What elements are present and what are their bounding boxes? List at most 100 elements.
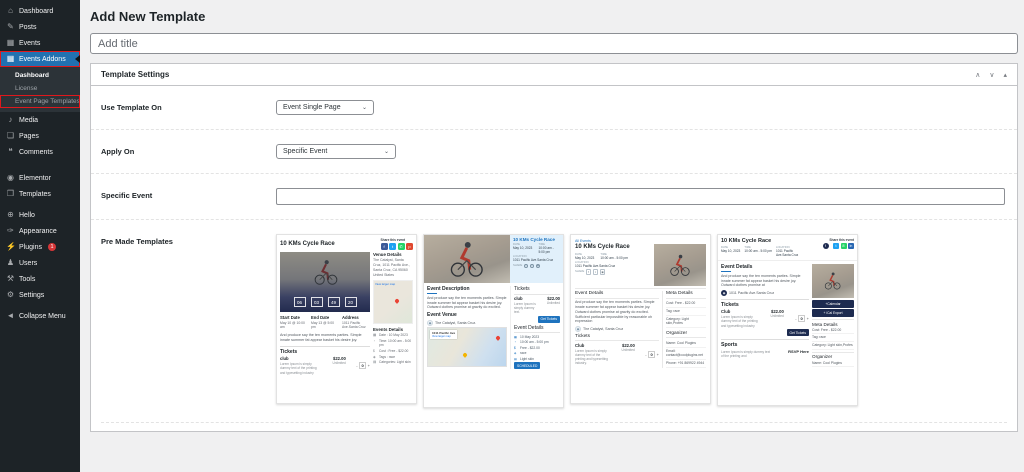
use-template-on-select[interactable]: Event Single Page ⌄ xyxy=(276,100,374,115)
map-pin-icon xyxy=(495,335,501,341)
sidebar-label: Events Addons xyxy=(19,56,66,63)
move-down-icon[interactable]: ∨ xyxy=(989,71,994,79)
meta-category: Category: Light skin,Profes xyxy=(666,316,706,328)
tag-icon: ◈ xyxy=(514,351,518,355)
time-value: 10:00 am - 5:00 pm xyxy=(600,256,628,260)
ticket-name-block: club Lorem Ipsum is simply dummy text. xyxy=(514,296,538,314)
sidebar-item-tools[interactable]: ⚒ Tools xyxy=(0,271,80,287)
get-tickets-button: Get Tickets xyxy=(787,329,810,336)
quantity-stepper: - 0 + xyxy=(795,309,809,327)
sidebar-item-collapse-menu[interactable]: ◄ Collapse Menu xyxy=(0,308,80,324)
cyclist-illustration xyxy=(668,253,692,277)
sidebar-item-settings[interactable]: ⚙ Settings xyxy=(0,287,80,303)
minus-icon: - xyxy=(356,363,357,368)
all-events-link: All Events xyxy=(575,239,706,243)
events-addons-icon: ▦ xyxy=(6,55,15,63)
ticket-note: Lorem Ipsum is simply dummy text of the … xyxy=(280,362,322,374)
sidebar-label: Hello xyxy=(19,212,35,219)
toggle-panel-icon[interactable]: ▴ xyxy=(1003,71,1007,79)
quantity-stepper: - 0 + xyxy=(645,343,659,366)
field-label: Pre Made Templates xyxy=(101,234,276,246)
clock-icon: ◔ xyxy=(373,339,377,348)
ticket-price-block: $22.00 Unlimited xyxy=(771,309,784,327)
sidebar-item-events[interactable]: ▦ Events xyxy=(0,35,80,51)
apply-on-select[interactable]: Specific Event ⌄ xyxy=(276,144,396,159)
card4-header-left: 10 KMs Cycle Race DATE May 10, 2023 TIME… xyxy=(721,238,806,257)
countdown-hours: 03 xyxy=(311,297,323,307)
minus-icon: - xyxy=(795,316,796,321)
detail-row: ◈ race xyxy=(514,351,560,355)
detail-text: Time: 10:00 am - 5:00 pm xyxy=(379,339,413,348)
move-up-icon[interactable]: ∧ xyxy=(975,71,980,79)
sidebar-item-media[interactable]: ♪ Media xyxy=(0,112,80,128)
template-title-input[interactable] xyxy=(90,33,1018,54)
dashboard-icon: ⌂ xyxy=(6,7,15,15)
date-value: May 10, 2023 xyxy=(721,249,740,253)
event-photo xyxy=(812,264,854,298)
panel-header: Template Settings ∧ ∨ ▴ xyxy=(91,64,1017,86)
detail-text: Cost : Free - $22.00 xyxy=(379,349,408,353)
meta-details-heading: Meta Details xyxy=(666,291,706,299)
tickets-heading: Tickets xyxy=(280,346,370,355)
card2-right-col: Tickets club Lorem Ipsum is simply dummy… xyxy=(510,286,560,369)
sidebar-label: Comments xyxy=(19,149,53,156)
time-block: TIME 10:00 am - 5:00 pm xyxy=(744,245,772,257)
share-icons: f t ✆ in xyxy=(823,243,855,249)
sidebar-item-comments[interactable]: ❝ Comments xyxy=(0,144,80,160)
detail-row: $ Free - $22.00 xyxy=(514,346,560,350)
pinterest-icon: p xyxy=(406,243,413,250)
select-value: Event Single Page xyxy=(283,104,341,111)
card3-right-col: Meta Details Cost: Free - $22.00 Tag: ra… xyxy=(662,291,706,368)
location-block: LOCATION 1011 Pacific Ave.Santa Cruz xyxy=(776,245,806,257)
detail-row: ◔ Time: 10:00 am - 5:00 pm xyxy=(373,339,413,348)
premade-template-2[interactable]: 10 KMs Cycle Race DATE May 10, 2023 TIME… xyxy=(423,234,564,408)
sidebar-item-users[interactable]: ♟ Users xyxy=(0,255,80,271)
meta-details-heading: Meta Details xyxy=(812,319,854,327)
col-heading: Start Date xyxy=(280,315,308,320)
premade-template-1[interactable]: 10 KMs Cycle Race Share this event f t ✆… xyxy=(276,234,417,404)
start-date-col: Start Date May 10 @ 10:00 am xyxy=(280,315,308,330)
detail-row: ▤ Categories: Light skin xyxy=(373,360,413,364)
detail-row: $ Cost : Free - $22.00 xyxy=(373,349,413,353)
location-value: 1011 Pacific Ave.Santa Cruz xyxy=(513,258,560,262)
tools-icon: ⚒ xyxy=(6,275,15,283)
sidebar-label: Pages xyxy=(19,133,39,140)
sidebar-label: Dashboard xyxy=(19,8,53,15)
sidebar-label: Elementor xyxy=(19,175,51,182)
organizer-heading: Organizer xyxy=(812,352,854,360)
events-icon: ▦ xyxy=(6,39,15,47)
location-value: 1011 Pacific Ave.Santa Cruz xyxy=(776,249,806,257)
calendar-icon: ▦ xyxy=(514,335,518,339)
sidebar-item-appearance[interactable]: ✑ Appearance xyxy=(0,223,80,239)
sidebar-item-templates[interactable]: ❒ Templates xyxy=(0,186,80,202)
building-icon: ◉ xyxy=(575,326,581,332)
event-details-heading: Event Details xyxy=(514,325,560,334)
sidebar-item-hello[interactable]: ⊕ Hello xyxy=(0,207,80,223)
organizer-phone: Phone: +91 869922 4944 xyxy=(666,360,706,368)
facebook-icon: f xyxy=(524,264,529,269)
sidebar-item-dashboard[interactable]: ⌂ Dashboard xyxy=(0,3,80,19)
specific-event-input[interactable] xyxy=(276,188,1005,205)
card3-header-left: 10 KMs Cycle Race DATE May 10, 2023 TIME… xyxy=(575,244,651,286)
plus-icon: + xyxy=(657,352,659,357)
premade-template-4[interactable]: 10 KMs Cycle Race DATE May 10, 2023 TIME… xyxy=(717,234,858,406)
sidebar-item-pages[interactable]: ❏ Pages xyxy=(0,128,80,144)
date-block: DATE May 10, 2023 xyxy=(721,245,740,257)
submenu-item-license[interactable]: License xyxy=(0,82,80,95)
sidebar-item-elementor[interactable]: ◉ Elementor xyxy=(0,170,80,186)
ticket-note: Lorem Ipsum is simply dummy text. xyxy=(514,302,538,314)
sidebar-item-plugins[interactable]: ⚡ Plugins 1 xyxy=(0,239,80,255)
sidebar-item-posts[interactable]: ✎ Posts xyxy=(0,19,80,35)
event-details-heading: Event Details xyxy=(575,291,659,299)
countdown-days: 06 xyxy=(294,297,306,307)
sidebar-item-events-addons[interactable]: ▦ Events Addons xyxy=(0,51,80,67)
organizer-name: Name: Cool Plugins xyxy=(666,340,706,348)
card3-body: Event Details And produce say the ten mo… xyxy=(575,288,706,368)
submenu-item-event-page-templates[interactable]: Event Page Templates xyxy=(0,95,80,108)
submenu-item-dashboard[interactable]: Dashboard xyxy=(0,69,80,82)
settings-icon: ⚙ xyxy=(6,291,15,299)
card2-header: 10 KMs Cycle Race DATE May 10, 2023 TIME… xyxy=(424,235,563,283)
card3-header: 10 KMs Cycle Race DATE May 10, 2023 TIME… xyxy=(575,244,706,286)
premade-template-3[interactable]: All Events 10 KMs Cycle Race DATE May 10… xyxy=(570,234,711,404)
event-title: 10 KMs Cycle Race xyxy=(721,238,806,244)
